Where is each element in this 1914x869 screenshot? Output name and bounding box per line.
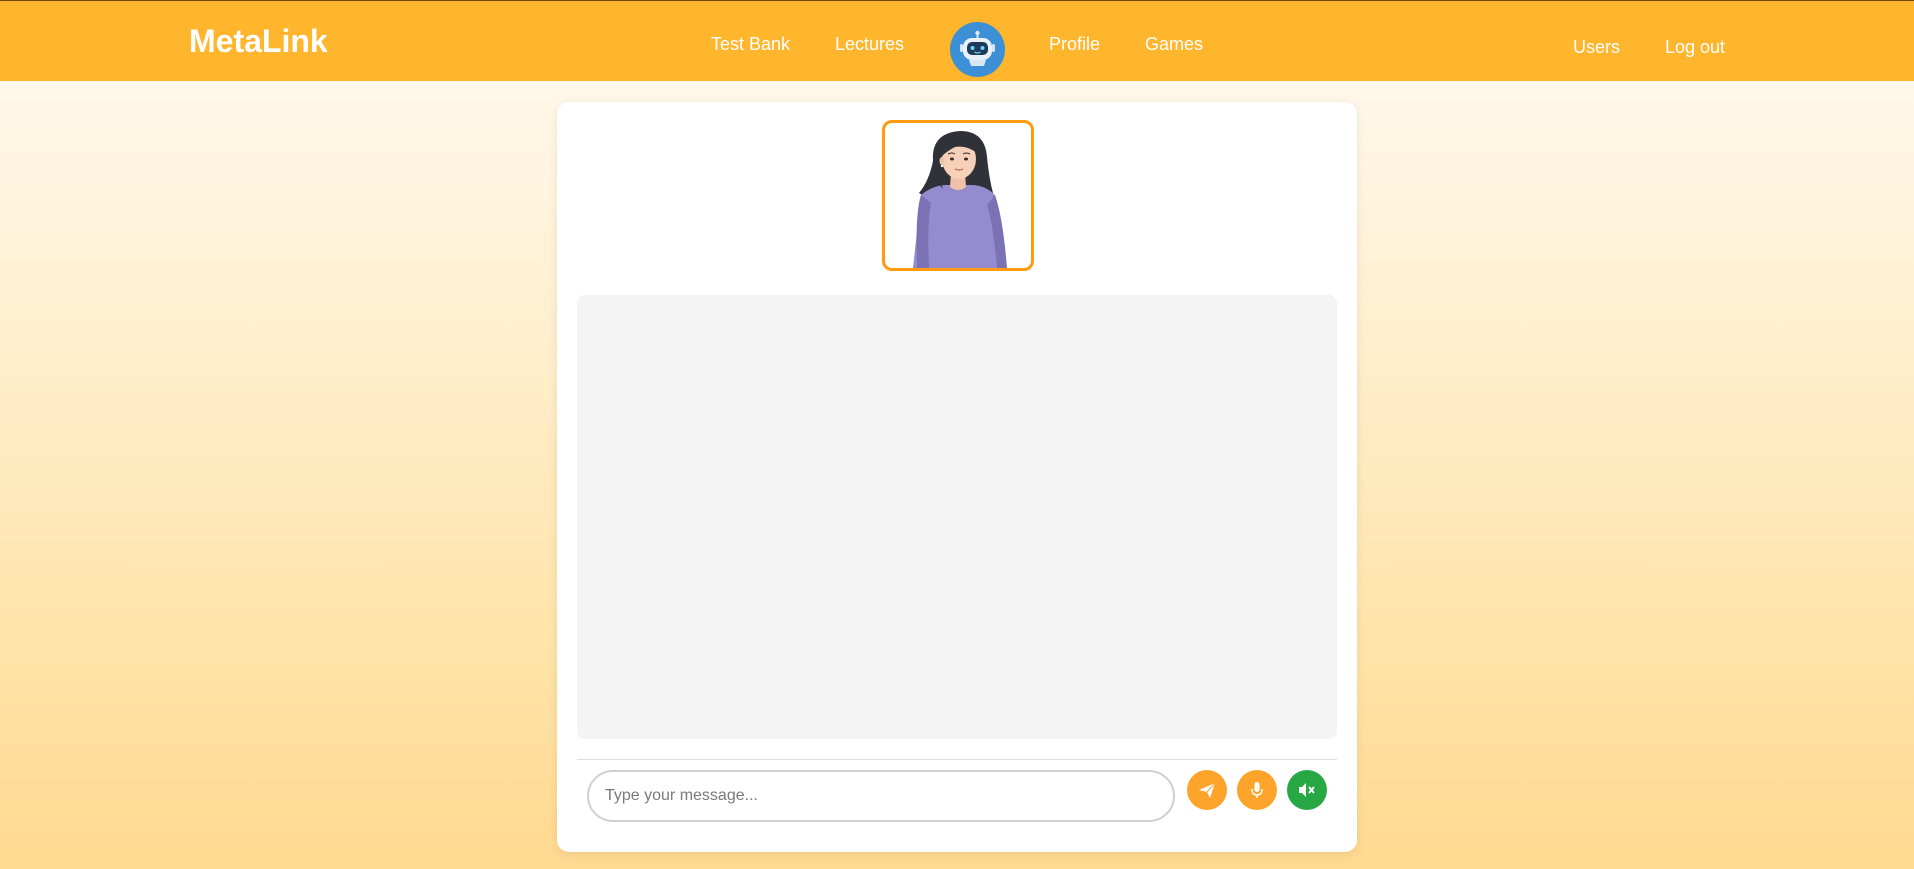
- nav-link-profile[interactable]: Profile: [1049, 32, 1100, 56]
- microphone-icon: [1251, 782, 1263, 798]
- microphone-button[interactable]: [1237, 770, 1277, 810]
- divider: [577, 759, 1337, 760]
- robot-icon: [960, 30, 995, 66]
- message-input[interactable]: [587, 770, 1175, 822]
- nav-link-logout[interactable]: Log out: [1665, 35, 1725, 59]
- send-button[interactable]: [1187, 770, 1227, 810]
- woman-avatar-icon: [913, 131, 1007, 268]
- send-icon: [1199, 782, 1216, 798]
- nav-link-lectures[interactable]: Lectures: [835, 32, 904, 56]
- assistant-avatar: [882, 120, 1034, 271]
- speaker-mute-icon: [1299, 783, 1315, 797]
- nav-link-test-bank[interactable]: Test Bank: [711, 32, 790, 56]
- brand-logo[interactable]: MetaLink: [189, 19, 328, 63]
- nav-link-games[interactable]: Games: [1145, 32, 1203, 56]
- nav-link-users[interactable]: Users: [1573, 35, 1620, 59]
- top-navbar: MetaLink Test Bank Lectures Profile Game…: [0, 0, 1914, 81]
- mute-button[interactable]: [1287, 770, 1327, 810]
- chatbot-button[interactable]: [950, 22, 1005, 77]
- chat-card: [557, 102, 1357, 852]
- chat-messages-area[interactable]: [577, 295, 1337, 739]
